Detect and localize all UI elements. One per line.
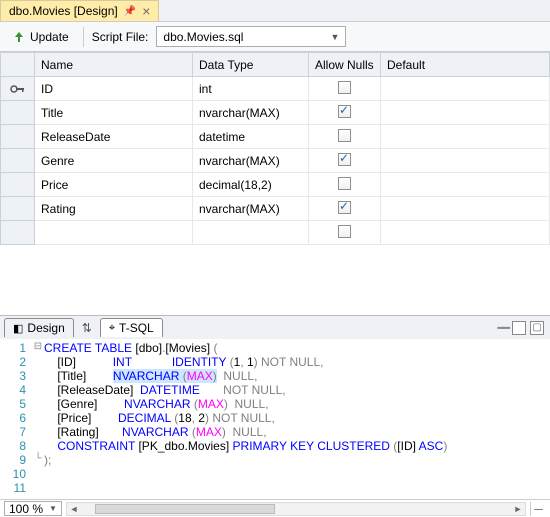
zoom-dropdown[interactable]: 100 % ▼	[4, 501, 62, 516]
col-header-type[interactable]: Data Type	[193, 53, 309, 77]
cell-type[interactable]: int	[193, 77, 309, 101]
cell-nulls[interactable]	[309, 125, 381, 149]
split-icon[interactable]: ─	[530, 502, 546, 516]
code-editor[interactable]: 1⊟CREATE TABLE [dbo].[Movies] ( 2 [ID] I…	[0, 339, 550, 499]
cell-default[interactable]	[381, 149, 550, 173]
grid-header-row: Name Data Type Allow Nulls Default	[1, 53, 550, 77]
table-row[interactable]: Ratingnvarchar(MAX)	[1, 197, 550, 221]
collapse-bar-icon[interactable]: ━━	[498, 321, 508, 335]
table-row[interactable]: Titlenvarchar(MAX)	[1, 101, 550, 125]
bottom-right-tools: ━━ ▢	[498, 321, 550, 335]
cell-nulls[interactable]	[309, 173, 381, 197]
script-file-dropdown[interactable]: dbo.Movies.sql ▼	[156, 26, 346, 47]
scroll-left-icon[interactable]: ◄	[67, 504, 81, 514]
row-header[interactable]	[1, 101, 35, 125]
row-header[interactable]	[1, 149, 35, 173]
cell-nulls[interactable]	[309, 101, 381, 125]
cell-nulls[interactable]	[309, 77, 381, 101]
cell-default[interactable]	[381, 77, 550, 101]
checkbox[interactable]	[338, 201, 351, 214]
toolbar: Update Script File: dbo.Movies.sql ▼	[0, 22, 550, 52]
cell-type[interactable]: nvarchar(MAX)	[193, 197, 309, 221]
grid-spacer	[0, 245, 550, 315]
update-button[interactable]: Update	[6, 28, 75, 46]
cell-default[interactable]	[381, 101, 550, 125]
col-header-name[interactable]: Name	[35, 53, 193, 77]
table-row[interactable]: Pricedecimal(18,2)	[1, 173, 550, 197]
cell-name[interactable]: Rating	[35, 197, 193, 221]
col-header-nulls[interactable]: Allow Nulls	[309, 53, 381, 77]
cell-type[interactable]: nvarchar(MAX)	[193, 101, 309, 125]
script-file-value: dbo.Movies.sql	[163, 30, 243, 44]
grid-new-row[interactable]	[1, 221, 550, 245]
cell-default[interactable]	[381, 197, 550, 221]
table-row[interactable]: Genrenvarchar(MAX)	[1, 149, 550, 173]
close-icon[interactable]: ×	[142, 4, 150, 18]
maximize-icon[interactable]: ▢	[530, 321, 544, 335]
checkbox[interactable]	[338, 129, 351, 142]
table-row[interactable]: ReleaseDatedatetime	[1, 125, 550, 149]
row-header[interactable]	[1, 77, 35, 101]
separator	[83, 27, 84, 47]
update-label: Update	[30, 30, 69, 44]
cell-default[interactable]	[381, 173, 550, 197]
cell-name[interactable]: ID	[35, 77, 193, 101]
cell-name[interactable]: Title	[35, 101, 193, 125]
table-row[interactable]: IDint	[1, 77, 550, 101]
checkbox[interactable]	[338, 153, 351, 166]
cell-nulls[interactable]	[309, 197, 381, 221]
scroll-thumb[interactable]	[95, 504, 275, 514]
pin-icon[interactable]: 📌	[124, 6, 136, 17]
checkbox[interactable]	[338, 105, 351, 118]
cell-name[interactable]: Genre	[35, 149, 193, 173]
row-header[interactable]	[1, 173, 35, 197]
col-header-default[interactable]: Default	[381, 53, 550, 77]
cell-name[interactable]: Price	[35, 173, 193, 197]
design-icon: ◧	[13, 322, 23, 335]
cell-type[interactable]: nvarchar(MAX)	[193, 149, 309, 173]
tab-tsql[interactable]: ⌖ T-SQL	[100, 318, 163, 337]
chevron-down-icon: ▼	[330, 32, 339, 42]
wrap-icon[interactable]	[512, 321, 526, 335]
document-tab-bar: dbo.Movies [Design] 📌 ×	[0, 0, 550, 22]
checkbox[interactable]	[338, 177, 351, 190]
scroll-right-icon[interactable]: ►	[511, 504, 525, 514]
cell-name[interactable]: ReleaseDate	[35, 125, 193, 149]
columns-grid: Name Data Type Allow Nulls Default IDint…	[0, 52, 550, 245]
row-header[interactable]	[1, 197, 35, 221]
cell-type[interactable]: decimal(18,2)	[193, 173, 309, 197]
script-file-label: Script File:	[92, 30, 149, 44]
checkbox[interactable]	[338, 225, 351, 238]
tab-design-label: Design	[27, 321, 64, 335]
tsql-icon: ⌖	[109, 322, 115, 335]
zoom-value: 100 %	[9, 502, 43, 516]
tab-tsql-label: T-SQL	[119, 321, 154, 335]
cell-default[interactable]	[381, 125, 550, 149]
tab-design[interactable]: ◧ Design	[4, 318, 74, 337]
horizontal-scrollbar[interactable]: ◄ ►	[66, 502, 526, 516]
row-header-corner	[1, 53, 35, 77]
document-tab[interactable]: dbo.Movies [Design] 📌 ×	[0, 0, 159, 21]
bottom-tab-bar: ◧ Design ⇅ ⌖ T-SQL ━━ ▢	[0, 315, 550, 339]
status-bar: 100 % ▼ ◄ ► ─	[0, 499, 550, 517]
swap-icon[interactable]: ⇅	[76, 321, 98, 335]
cell-type[interactable]: datetime	[193, 125, 309, 149]
row-header[interactable]	[1, 125, 35, 149]
document-tab-title: dbo.Movies [Design]	[9, 4, 118, 18]
update-icon	[12, 30, 26, 44]
checkbox[interactable]	[338, 81, 351, 94]
chevron-down-icon: ▼	[49, 504, 57, 513]
cell-nulls[interactable]	[309, 149, 381, 173]
